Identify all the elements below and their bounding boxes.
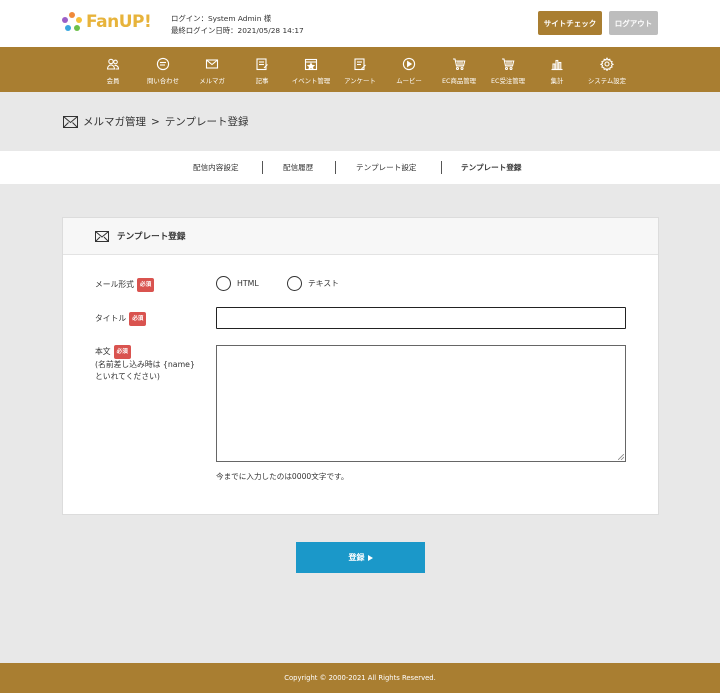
required-badge: 必須 xyxy=(136,278,155,292)
nav-label: EC受注管理 xyxy=(490,77,526,85)
tab-template-settings[interactable]: テンプレート設定 xyxy=(356,151,417,184)
nav-label: 記事 xyxy=(255,77,269,85)
article-icon xyxy=(256,58,268,71)
body-textarea[interactable] xyxy=(216,345,626,462)
mail-icon xyxy=(205,59,219,69)
panel-header: テンプレート登録 xyxy=(63,218,658,255)
cart-icon xyxy=(453,58,466,71)
nav-label: 問い合わせ xyxy=(147,77,179,85)
nav-item-survey[interactable]: アンケート xyxy=(335,47,385,92)
nav-label: イベント管理 xyxy=(291,77,331,85)
mail-icon xyxy=(95,230,109,242)
nav-label: 集計 xyxy=(550,77,564,85)
logout-button[interactable]: ログアウト xyxy=(609,11,658,35)
nav-item-stats[interactable]: 集計 xyxy=(532,47,582,92)
tab-template-register[interactable]: テンプレート登録 xyxy=(461,151,522,184)
title-input[interactable] xyxy=(216,307,626,329)
copyright: Copyright © 2000-2021 All Rights Reserve… xyxy=(284,674,436,682)
logo-text: FanUP! xyxy=(86,12,152,32)
nav-label: アンケート xyxy=(344,77,376,85)
body-label: 本文 必須 (名前差し込み時は {name} といれてください) xyxy=(95,345,195,383)
title-label: タイトル 必須 xyxy=(95,312,147,326)
required-badge: 必須 xyxy=(113,345,131,359)
logo[interactable]: FanUP! xyxy=(62,12,152,32)
nav-item-inquiry[interactable]: 問い合わせ xyxy=(138,47,188,92)
inquiry-icon xyxy=(156,57,170,71)
radio-text[interactable]: テキスト xyxy=(287,276,339,291)
breadcrumb-section[interactable]: メルマガ管理 xyxy=(83,114,146,129)
template-form-panel: テンプレート登録 メール形式 必須 HTML テキスト タイトル 必須 本文 必須 (… xyxy=(62,217,659,515)
radio-label: HTML xyxy=(237,279,259,288)
breadcrumb-current: テンプレート登録 xyxy=(164,116,249,128)
event-icon xyxy=(304,58,318,71)
sub-tabs: 配信内容設定 配信履歴 テンプレート設定 テンプレート登録 xyxy=(0,151,720,184)
resize-handle-icon[interactable] xyxy=(618,454,624,460)
nav-item-article[interactable]: 記事 xyxy=(237,47,287,92)
breadcrumb-separator: > xyxy=(151,115,160,128)
last-login: 最終ログイン日時：2021/05/28 14:17 xyxy=(171,26,304,35)
nav-label: EC商品管理 xyxy=(441,77,477,85)
top-header: FanUP! ログイン：System Admin 様 最終ログイン日時：2021… xyxy=(0,0,720,47)
play-arrow-icon xyxy=(367,554,373,561)
mail-icon xyxy=(63,115,78,128)
mail-format-label: メール形式 必須 xyxy=(95,278,155,292)
radio-label: テキスト xyxy=(308,279,339,288)
nav-label: 会員 xyxy=(106,77,120,85)
register-label: 登録 xyxy=(348,553,365,562)
movie-icon xyxy=(402,57,416,71)
register-button[interactable]: 登録 xyxy=(296,542,425,573)
radio-circle[interactable] xyxy=(287,276,302,291)
site-check-button[interactable]: サイトチェック xyxy=(538,11,602,35)
tab-delivery-history[interactable]: 配信履歴 xyxy=(283,151,313,184)
login-user: ログイン：System Admin 様 xyxy=(171,14,272,23)
footer: Copyright © 2000-2021 All Rights Reserve… xyxy=(0,663,720,693)
nav-item-ec-order[interactable]: EC受注管理 xyxy=(483,47,533,92)
nav-item-system-settings[interactable]: システム設定 xyxy=(582,47,632,92)
panel-title: テンプレート登録 xyxy=(117,232,186,242)
body-note-1: (名前差し込み時は {name} xyxy=(95,360,195,369)
required-badge: 必須 xyxy=(129,312,147,326)
nav-item-mailmag[interactable]: メルマガ xyxy=(187,47,237,92)
survey-icon xyxy=(354,58,366,71)
nav-label: システム設定 xyxy=(587,77,627,85)
breadcrumb-band: メルマガ管理 > テンプレート登録 xyxy=(0,92,720,151)
nav-item-event[interactable]: イベント管理 xyxy=(286,47,336,92)
nav-item-movie[interactable]: ムービー xyxy=(384,47,434,92)
logo-icon xyxy=(62,12,82,32)
nav-label: メルマガ xyxy=(199,77,225,85)
label-text: タイトル xyxy=(95,314,127,323)
label-text: メール形式 xyxy=(95,280,134,289)
tab-separator xyxy=(441,161,442,174)
main-nav: 会員 問い合わせ メルマガ 記事 イベント管理 アンケート ムービー EC商品管… xyxy=(0,47,720,92)
tab-delivery-settings[interactable]: 配信内容設定 xyxy=(193,151,239,184)
chart-icon xyxy=(551,59,563,71)
nav-item-ec-product[interactable]: EC商品管理 xyxy=(434,47,484,92)
tab-separator xyxy=(335,161,336,174)
cart-icon xyxy=(502,58,515,71)
breadcrumb: メルマガ管理 > テンプレート登録 xyxy=(63,114,249,129)
login-info: ログイン：System Admin 様 最終ログイン日時：2021/05/28 … xyxy=(171,13,304,37)
nav-label: ムービー xyxy=(396,77,422,85)
body-note-2: といれてください) xyxy=(95,372,160,381)
nav-item-members[interactable]: 会員 xyxy=(88,47,138,92)
gear-icon xyxy=(600,57,614,71)
radio-html[interactable]: HTML xyxy=(216,276,259,291)
tab-separator xyxy=(262,161,263,174)
members-icon xyxy=(106,58,120,70)
radio-circle[interactable] xyxy=(216,276,231,291)
label-text: 本文 xyxy=(95,347,111,356)
char-counter: 今までに入力したのは0000文字です。 xyxy=(216,472,349,481)
